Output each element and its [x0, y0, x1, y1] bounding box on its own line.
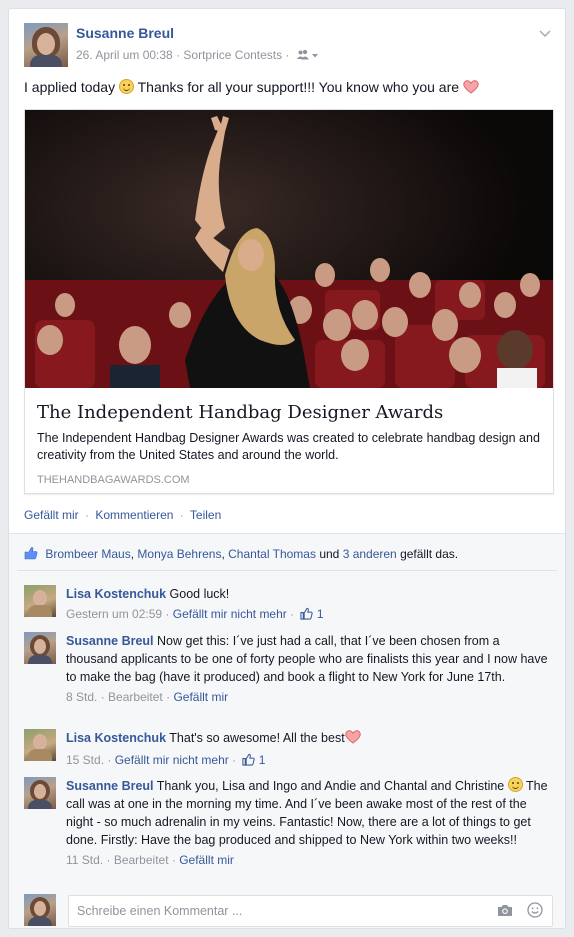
link-preview-domain: THEHANDBAGAWARDS.COM [37, 474, 190, 486]
link-preview-title[interactable]: The Independent Handbag Designer Awards [37, 402, 443, 423]
chevron-down-icon[interactable] [539, 27, 551, 41]
post-text-part2: Thanks for all your support!!! You know … [137, 79, 460, 95]
comment-text: Good luck! [169, 587, 230, 601]
meta-separator: · [100, 690, 105, 704]
friends-icon[interactable] [296, 49, 319, 63]
meta-separator: · [165, 607, 170, 621]
liker-name-3[interactable]: Chantal Thomas [228, 547, 316, 561]
liker-name-2[interactable]: Monya Behrens [137, 547, 221, 561]
comment-like-count[interactable]: 1 [259, 753, 266, 767]
comment-unlike-button[interactable]: Gefällt mir nicht mehr [173, 607, 287, 621]
action-separator: · [85, 508, 90, 522]
post-text: I applied today Thanks for all your supp… [24, 79, 479, 97]
comment-item: Susanne Breul Now get this: I´ve just ha… [24, 632, 553, 722]
post-timestamp[interactable]: 26. April um 00:38 [76, 48, 173, 62]
post-meta: 26. April um 00:38 · Sortprice Contests … [76, 48, 319, 63]
commenter-avatar[interactable] [24, 729, 56, 761]
comment-author[interactable]: Susanne Breul [66, 779, 154, 793]
likes-summary: Brombeer Maus, Monya Behrens, Chantal Th… [24, 546, 458, 563]
likes-others-link[interactable]: 3 anderen [343, 547, 397, 561]
liker-name-1[interactable]: Brombeer Maus [45, 547, 130, 561]
thumbs-up-icon[interactable] [300, 607, 314, 625]
link-preview-card[interactable]: The Independent Handbag Designer Awards … [24, 109, 554, 494]
likes-suffix: gefällt das. [400, 547, 459, 561]
post-text-part1: I applied today [24, 79, 116, 95]
post-header: Susanne Breul 26. April um 00:38 · Sortp… [24, 23, 555, 68]
comment-text: That's so awesome! All the best [169, 731, 345, 745]
comment-body: Lisa Kostenchuk That's so awesome! All t… [66, 729, 553, 771]
thumbs-up-icon[interactable] [242, 753, 256, 771]
thumbs-up-icon [24, 546, 38, 563]
meta-separator: · [171, 853, 176, 867]
author-avatar[interactable] [24, 23, 68, 67]
likes-comma: , [130, 547, 135, 561]
comment-body: Lisa Kostenchuk Good luck! Gestern um 02… [66, 585, 553, 625]
comment-body: Susanne Breul Now get this: I´ve just ha… [66, 632, 553, 706]
meta-separator: · [176, 48, 181, 62]
comment-input[interactable] [68, 895, 553, 927]
comment-time[interactable]: 11 Std. [66, 853, 103, 867]
meta-separator: · [106, 853, 111, 867]
emoji-picker-icon[interactable] [527, 902, 543, 921]
share-button[interactable]: Teilen [190, 508, 221, 522]
comment-author[interactable]: Susanne Breul [66, 634, 154, 648]
current-user-avatar[interactable] [24, 894, 56, 926]
comment-like-button[interactable]: Gefällt mir [173, 690, 228, 704]
meta-separator: · [166, 690, 171, 704]
heart-emoji-icon [463, 80, 479, 97]
post-actions: Gefällt mir · Kommentieren · Teilen [24, 508, 221, 522]
commenter-avatar[interactable] [24, 585, 56, 617]
comments-section: Brombeer Maus, Monya Behrens, Chantal Th… [9, 534, 565, 928]
heart-emoji-icon [344, 730, 361, 749]
commenter-avatar[interactable] [24, 777, 56, 809]
smile-emoji-icon [507, 777, 523, 792]
comment-like-button[interactable]: Gefällt mir [179, 853, 234, 867]
comment-like-count[interactable]: 1 [317, 607, 324, 621]
comment-composer [24, 894, 553, 928]
comment-body: Susanne Breul Thank you, Lisa and Ingo a… [66, 777, 553, 869]
comment-time[interactable]: 8 Std. [66, 690, 97, 704]
camera-icon[interactable] [497, 904, 513, 920]
meta-separator: · [107, 753, 112, 767]
comment-meta: Gestern um 02:59 · Gefällt mir nicht meh… [66, 605, 553, 625]
comment-time[interactable]: Gestern um 02:59 [66, 607, 162, 621]
meta-separator: · [285, 48, 290, 62]
commenter-avatar[interactable] [24, 632, 56, 664]
meta-separator: · [290, 607, 295, 621]
comment-meta: 8 Std. · Bearbeitet · Gefällt mir [66, 688, 553, 706]
action-separator: · [179, 508, 184, 522]
comment-item: Lisa Kostenchuk Good luck! Gestern um 02… [24, 585, 553, 625]
likes-comma: , [221, 547, 225, 561]
comment-edited-label[interactable]: Bearbeitet [108, 690, 163, 704]
link-preview-description: The Independent Handbag Designer Awards … [37, 431, 540, 462]
comment-meta: 11 Std. · Bearbeitet · Gefällt mir [66, 851, 553, 869]
comment-edited-label[interactable]: Bearbeitet [114, 853, 169, 867]
post-group[interactable]: Sortprice Contests [183, 48, 282, 62]
smile-emoji-icon [118, 79, 134, 94]
link-preview-image[interactable] [25, 110, 553, 388]
meta-separator: · [232, 753, 237, 767]
divider [17, 570, 557, 571]
like-button[interactable]: Gefällt mir [24, 508, 79, 522]
comment-meta: 15 Std. · Gefällt mir nicht mehr · 1 [66, 751, 553, 771]
comment-unlike-button[interactable]: Gefällt mir nicht mehr [115, 753, 229, 767]
comment-author[interactable]: Lisa Kostenchuk [66, 587, 166, 601]
comment-author[interactable]: Lisa Kostenchuk [66, 731, 166, 745]
comment-time[interactable]: 15 Std. [66, 753, 104, 767]
comment-button[interactable]: Kommentieren [95, 508, 173, 522]
comment-item: Susanne Breul Thank you, Lisa and Ingo a… [24, 777, 553, 887]
post-author-name[interactable]: Susanne Breul [76, 25, 174, 41]
comment-item: Lisa Kostenchuk That's so awesome! All t… [24, 729, 553, 769]
likes-and: und [319, 547, 340, 561]
comment-text: Thank you, Lisa and Ingo and Andie and C… [156, 779, 505, 793]
post-card: Susanne Breul 26. April um 00:38 · Sortp… [8, 8, 566, 929]
